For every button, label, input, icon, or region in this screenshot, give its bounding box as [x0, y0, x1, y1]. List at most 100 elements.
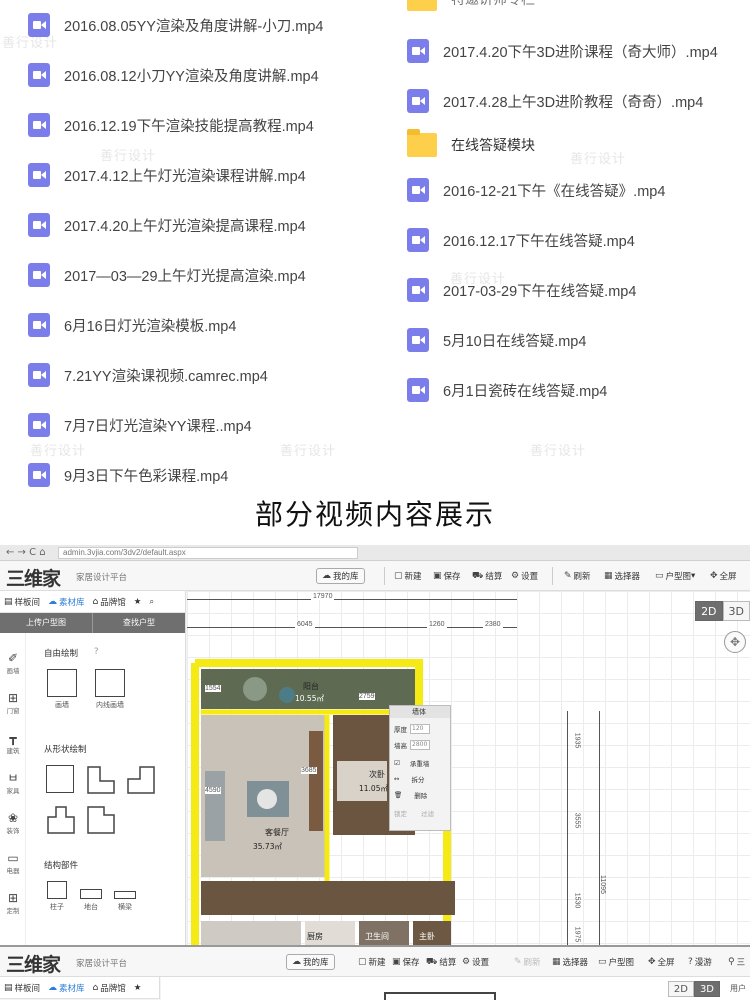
- rail-item-doors[interactable]: ⊞ 门窗: [0, 691, 26, 715]
- video-file-icon: [28, 263, 50, 287]
- room-label-living: 客餐厅: [265, 828, 289, 837]
- file-item[interactable]: 2016.12.17下午在线答疑.mp4: [407, 225, 635, 255]
- tag-icon: ⌂: [92, 982, 99, 993]
- inner-wall-tool[interactable]: 内线画墙: [88, 669, 132, 710]
- beam-tool-icon: [114, 891, 136, 899]
- checkout-button[interactable]: ⛟ 结算: [472, 568, 502, 584]
- height-input[interactable]: 2800: [410, 740, 430, 750]
- watermark: 善行设计: [280, 444, 337, 459]
- platform-tool[interactable]: 地台: [78, 889, 104, 912]
- view-3d-button[interactable]: 3D: [693, 981, 720, 997]
- file-item[interactable]: 9月3日下午色彩课程.mp4: [28, 460, 228, 490]
- favorite-icon[interactable]: ★: [130, 597, 146, 607]
- help-icon[interactable]: ?: [94, 647, 99, 657]
- save-button[interactable]: ▣ 保存: [433, 568, 461, 584]
- delete-button[interactable]: 🗑 删除: [394, 790, 427, 800]
- fullscreen-button[interactable]: ✥ 全屏: [710, 568, 737, 584]
- rail-label: 画墙: [6, 667, 20, 675]
- tab-brands[interactable]: ⌂ 品牌馆: [89, 982, 130, 994]
- upload-floorplan-button[interactable]: 上传户型图: [0, 613, 93, 633]
- floorplan-canvas[interactable]: 17970 6045 1260 2380 1935 3555 1530 1975…: [187, 591, 750, 945]
- pillar-tool[interactable]: 柱子: [44, 881, 70, 912]
- browser-nav-buttons[interactable]: ← → C ⌂: [6, 547, 46, 558]
- tab-brands[interactable]: ⌂ 品牌馆: [89, 596, 130, 608]
- checkbox-icon[interactable]: ☑: [394, 759, 400, 767]
- view-2d-button[interactable]: 2D: [695, 601, 723, 621]
- settings-button[interactable]: ⚙ 设置: [462, 954, 489, 970]
- folder-item[interactable]: 在线答疑模块: [407, 129, 535, 160]
- load-bearing-row[interactable]: ☑ 承重墙: [394, 758, 429, 768]
- roam-button[interactable]: ? 漫游: [688, 954, 712, 970]
- tab-showroom[interactable]: ▤ 样板间: [0, 982, 44, 994]
- brush-button[interactable]: ✎ 刷新: [514, 954, 541, 970]
- tab-materials[interactable]: ☁ 素材库: [44, 596, 89, 608]
- new-button[interactable]: ▢ 新建: [358, 954, 386, 970]
- rail-item-furniture[interactable]: ㅂ家具: [0, 771, 26, 795]
- floorplan-button[interactable]: ▭ 户型图: [598, 954, 634, 970]
- tab-showroom[interactable]: ▤ 样板间: [0, 596, 44, 608]
- rail-item-draw-wall[interactable]: ✐ 画墙: [0, 651, 26, 675]
- selector-button[interactable]: ▦ 选择器: [604, 568, 640, 584]
- file-item[interactable]: 2016-12-21下午《在线答疑》.mp4: [407, 175, 665, 205]
- brush-button[interactable]: ✎ 刷新: [564, 568, 591, 584]
- rail-item-appliances[interactable]: ▭ 电器: [0, 851, 26, 875]
- file-item[interactable]: 6月1日瓷砖在线答疑.mp4: [407, 375, 607, 405]
- beam-tool[interactable]: 横梁: [112, 891, 138, 912]
- file-item[interactable]: 2017—03—29上午灯光提高渲染.mp4: [28, 260, 306, 290]
- my-library-button[interactable]: ☁ 我的库: [316, 568, 365, 584]
- file-item[interactable]: 2016.08.05YY渲染及角度讲解-小刀.mp4: [28, 10, 323, 40]
- room-label-kitchen: 厨房: [307, 932, 323, 941]
- lock-row[interactable]: 锁定 过滤: [394, 808, 434, 818]
- my-library-button[interactable]: ☁ 我的库: [286, 954, 335, 970]
- file-item[interactable]: 2017.4.12上午灯光渲染课程讲解.mp4: [28, 160, 306, 190]
- draw-wall-tool[interactable]: 画墙: [44, 669, 80, 710]
- dimension-label: 4590: [205, 787, 221, 794]
- file-item[interactable]: 6月16日灯光渲染模板.mp4: [28, 310, 236, 340]
- fullscreen-button[interactable]: ✥ 全屏: [648, 954, 675, 970]
- floorplan-button[interactable]: ▭ 户型图 ▾: [655, 568, 695, 584]
- 3d-canvas[interactable]: 2D 3D 用户: [161, 977, 750, 1000]
- file-item[interactable]: 2017.4.20上午灯光渲染提高课程.mp4: [28, 210, 306, 240]
- file-name: 2017.4.28上午3D进阶教程（奇奇）.mp4: [443, 94, 704, 111]
- browser-url-bar[interactable]: admin.3vjia.com/3dv2/default.aspx: [58, 547, 358, 559]
- rail-item-custom[interactable]: ⊞ 定制: [0, 891, 26, 915]
- view-3d-button[interactable]: 3D: [722, 601, 750, 621]
- rail-item-building[interactable]: ┳ 建筑: [0, 731, 26, 755]
- folder-item-partial[interactable]: 特邀讲师专栏: [407, 0, 535, 14]
- shape-l-tool[interactable]: [86, 765, 116, 797]
- compass-navigation-icon[interactable]: ✥: [724, 631, 746, 653]
- filter-label: 过滤: [421, 810, 434, 818]
- search-icon[interactable]: ⌕: [145, 597, 158, 607]
- settings-button[interactable]: ⚙ 设置: [511, 568, 538, 584]
- new-button[interactable]: ▢ 新建: [394, 568, 422, 584]
- tab-label: 素材库: [59, 983, 85, 994]
- user-label[interactable]: 用户: [730, 983, 746, 994]
- file-item[interactable]: 2017.4.28上午3D进阶教程（奇奇）.mp4: [407, 86, 703, 116]
- save-button[interactable]: ▣ 保存: [392, 954, 420, 970]
- find-floorplan-button[interactable]: 查找户型: [93, 613, 185, 633]
- selector-button[interactable]: ▦ 选择器: [552, 954, 588, 970]
- favorite-icon[interactable]: ★: [130, 983, 146, 993]
- file-item[interactable]: 7.21YY渲染课视频.camrec.mp4: [28, 360, 268, 390]
- file-item[interactable]: 2016.08.12小刀YY渲染及角度讲解.mp4: [28, 60, 319, 90]
- sidebar-subtabs: 上传户型图 查找户型: [0, 613, 185, 633]
- file-item[interactable]: 2017-03-29下午在线答疑.mp4: [407, 275, 636, 305]
- plant: [243, 677, 267, 701]
- file-item[interactable]: 2016.12.19下午渲染技能提高教程.mp4: [28, 110, 314, 140]
- view-2d-button[interactable]: 2D: [667, 981, 694, 997]
- checkout-button[interactable]: ⛟ 结算: [426, 954, 456, 970]
- split-button[interactable]: ↔ 拆分: [394, 774, 424, 784]
- rail-item-decor[interactable]: ❀ 装饰: [0, 811, 26, 835]
- tv-cabinet: [309, 731, 323, 831]
- tab-materials[interactable]: ☁ 素材库: [44, 982, 89, 994]
- shape-t-tool[interactable]: [46, 805, 76, 837]
- thickness-input[interactable]: 120: [410, 724, 430, 734]
- shape-step-tool[interactable]: [126, 765, 156, 797]
- file-item[interactable]: 2017.4.20下午3D进阶课程（奇大师）.mp4: [407, 36, 718, 66]
- more-menu-button[interactable]: ⚲ 三: [728, 954, 745, 970]
- corridor: [201, 881, 455, 915]
- file-item[interactable]: 5月10日在线答疑.mp4: [407, 325, 586, 355]
- shape-notch-tool[interactable]: [86, 805, 116, 837]
- shape-rect-tool[interactable]: [46, 765, 74, 796]
- file-item[interactable]: 7月7日灯光渲染YY课程..mp4: [28, 410, 252, 440]
